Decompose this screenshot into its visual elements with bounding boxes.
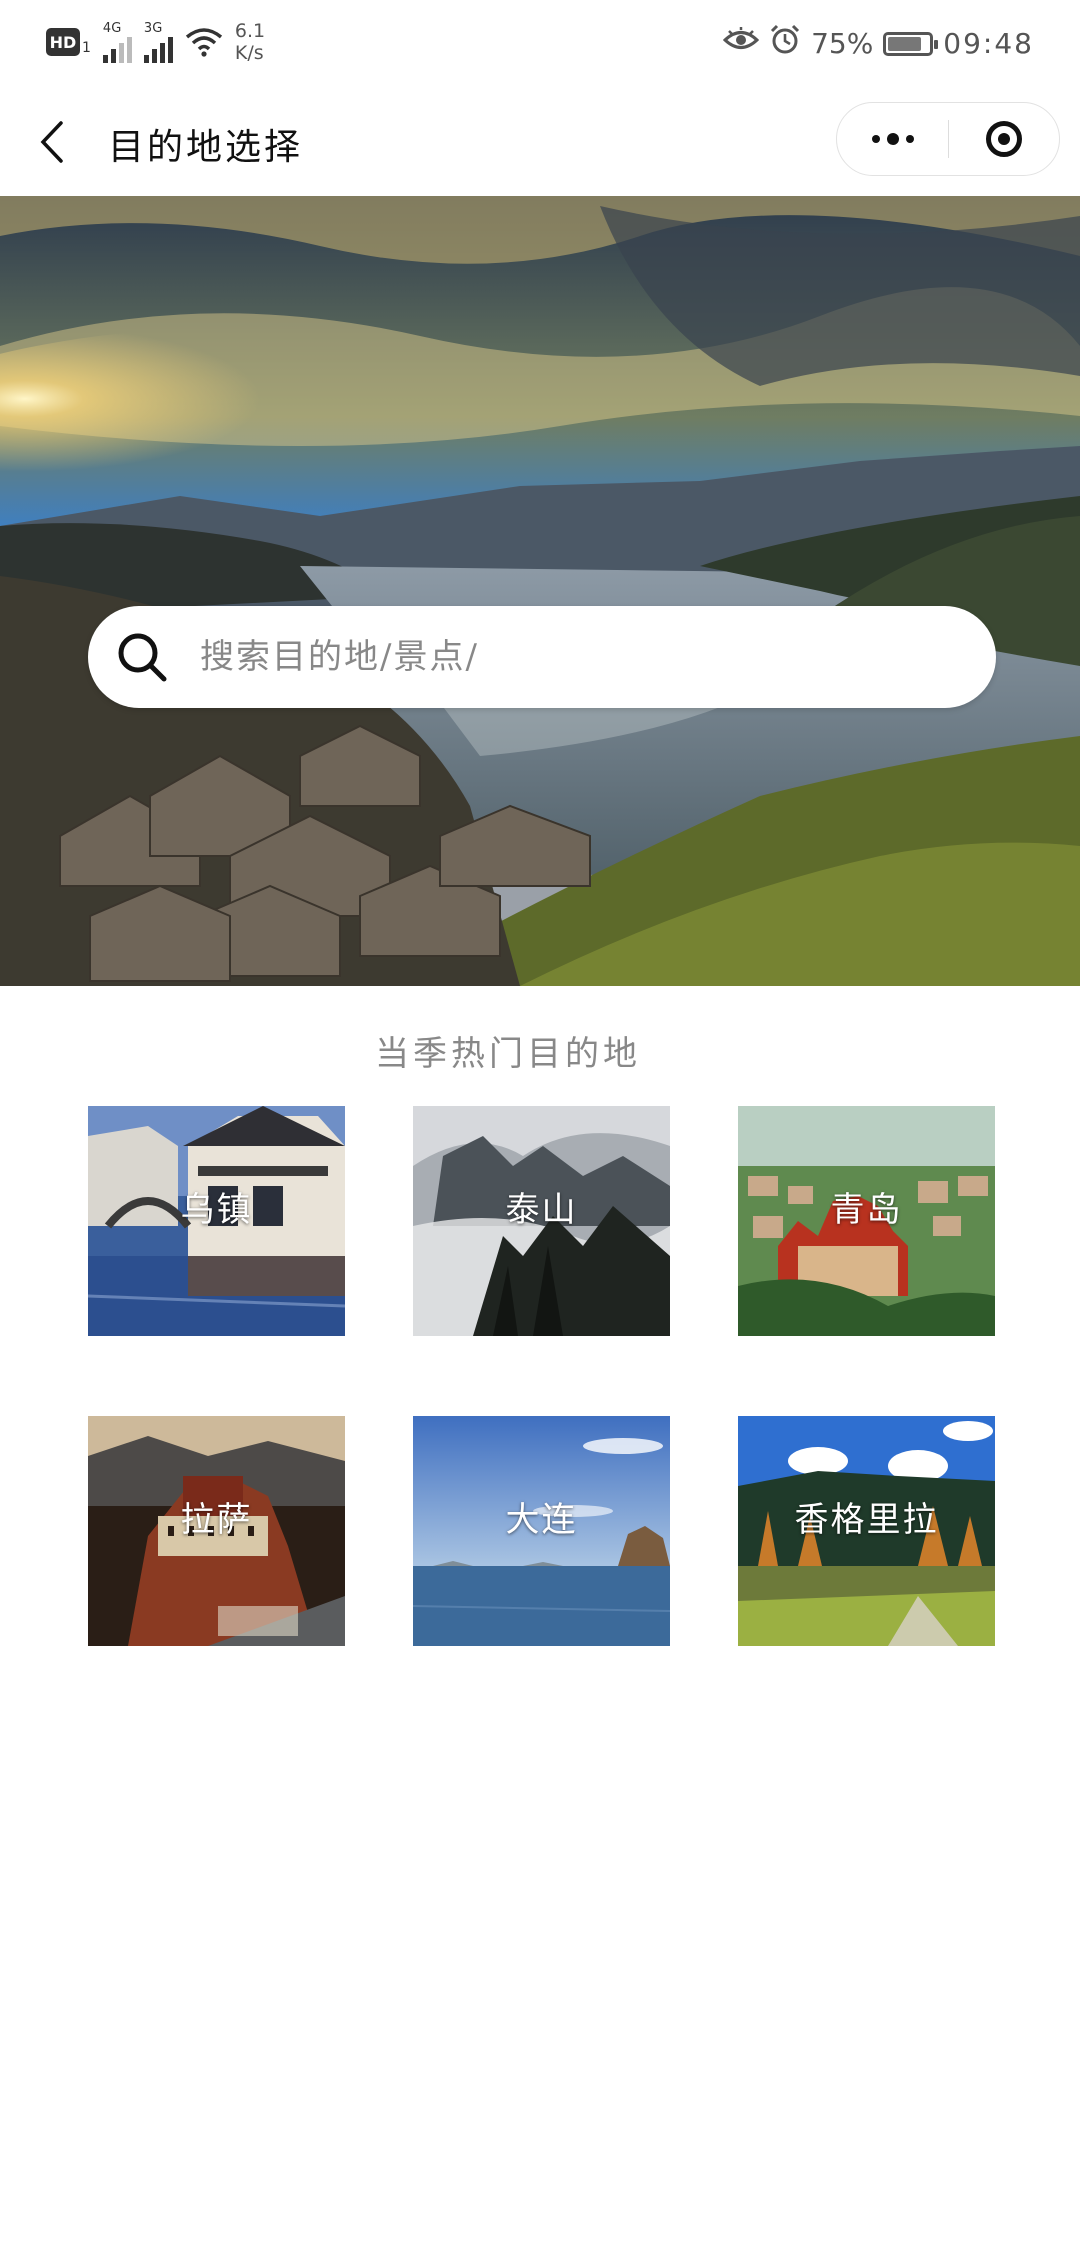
signal-4g-bars-icon [102, 35, 132, 63]
destination-name: 拉萨 [180, 1500, 253, 1540]
search-icon [118, 633, 167, 682]
status-left: HD 1 4G 3G 6.1 K/s [46, 20, 265, 64]
destination-name: 泰山 [505, 1190, 578, 1230]
signal-3g-bars-icon [143, 35, 173, 63]
destination-card-shangri-la[interactable]: 香格里拉 [738, 1416, 995, 1646]
wifi-icon [185, 27, 223, 57]
destination-card-dalian[interactable]: 大连 [413, 1416, 670, 1646]
battery-fill [888, 36, 922, 51]
destination-card-qingdao[interactable]: 青岛 [738, 1106, 995, 1336]
hero-banner [0, 196, 1080, 986]
hero-landscape-image [0, 196, 1080, 986]
back-button[interactable] [32, 114, 72, 170]
battery-icon [883, 31, 939, 56]
alarm-icon [769, 24, 801, 63]
more-button[interactable] [837, 103, 948, 175]
destination-name: 青岛 [830, 1190, 903, 1230]
section-title: 当季热门目的地 [375, 1034, 641, 1074]
destination-card-lhasa[interactable]: 拉萨 [88, 1416, 345, 1646]
destination-name: 乌镇 [180, 1190, 253, 1230]
signal-3g: 3G [143, 20, 173, 63]
signal-4g-label: 4G [102, 20, 122, 36]
mini-program-capsule [836, 102, 1060, 176]
signal-4g: 4G [102, 20, 132, 63]
close-mini-program-button[interactable] [949, 103, 1059, 175]
battery-percent: 75% [811, 27, 874, 60]
destination-grid: 乌镇 泰山 青岛 拉萨 大连 香格里拉 [88, 1106, 995, 1646]
more-dot-icon [871, 135, 880, 143]
destination-card-taishan[interactable]: 泰山 [413, 1106, 670, 1336]
chevron-left-icon [40, 121, 63, 163]
net-speed-unit: K/s [234, 42, 264, 64]
target-circle-icon [985, 121, 1022, 157]
eye-icon [722, 27, 760, 60]
signal-3g-label: 3G [143, 20, 163, 36]
hd-sub-label: 1 [82, 40, 91, 56]
hd-badge: HD [46, 28, 80, 56]
status-right: 75% 09:48 [722, 24, 1034, 63]
more-dot-icon [905, 135, 914, 143]
destination-name: 香格里拉 [794, 1500, 939, 1540]
destination-name: 大连 [505, 1500, 578, 1540]
status-bar: HD 1 4G 3G 6.1 K/s 75% 09:48 [0, 0, 1080, 90]
net-speed-value: 6.1 [234, 20, 266, 42]
net-speed: 6.1 K/s [235, 20, 265, 64]
destination-card-wuzhen[interactable]: 乌镇 [88, 1106, 345, 1336]
search-input[interactable] [198, 636, 962, 678]
clock-time: 09:48 [943, 27, 1034, 60]
search-bar[interactable] [88, 606, 996, 708]
more-dot-icon [886, 133, 899, 145]
page-title: 目的地选择 [108, 127, 304, 168]
nav-bar: 目的地选择 [0, 90, 1080, 196]
